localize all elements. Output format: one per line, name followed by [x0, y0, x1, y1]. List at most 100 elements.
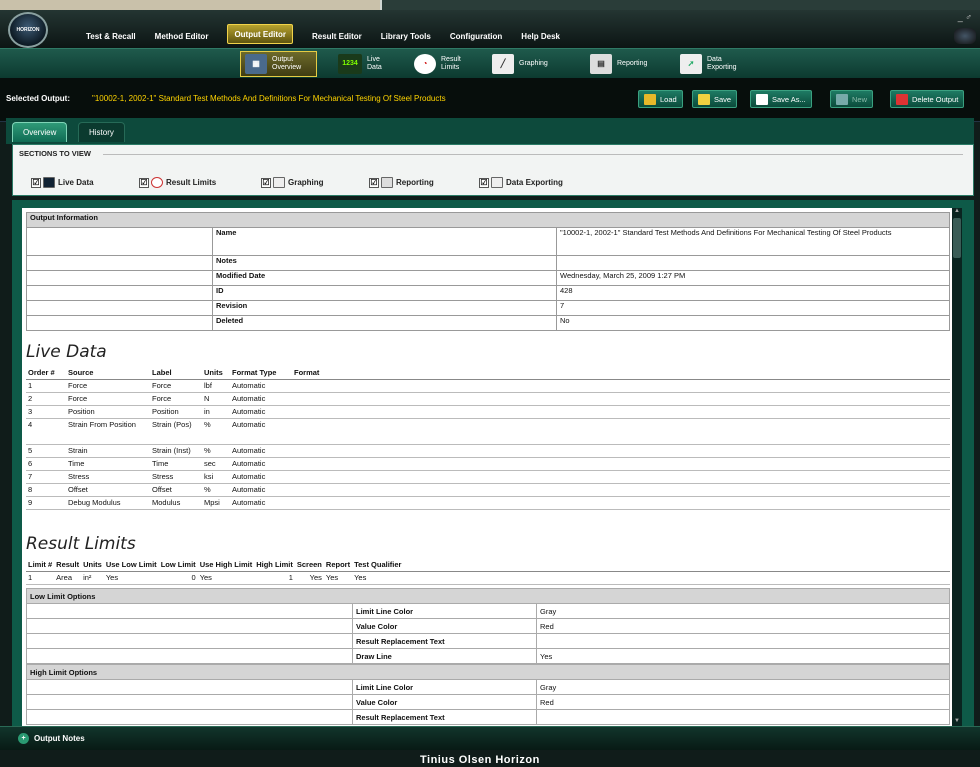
- footer: Tinius Olsen Horizon: [0, 750, 980, 767]
- section-toggle-live-data[interactable]: ☑ Live Data: [31, 177, 94, 188]
- save-button[interactable]: Save: [692, 90, 738, 108]
- limits-col-limit: Limit #: [26, 558, 55, 572]
- menu-output-editor[interactable]: Output Editor: [227, 24, 293, 44]
- cell: [292, 457, 950, 471]
- data-exporting-icon: ➚: [680, 54, 702, 74]
- sections-divider: [103, 154, 963, 155]
- result-limits-section-label: Result Limits: [166, 178, 217, 187]
- delete-output-button-label: Delete Output: [912, 94, 959, 104]
- info-key-name: Name: [212, 227, 557, 256]
- cell: Strain From Position: [66, 418, 150, 445]
- cell: Yes: [197, 571, 255, 585]
- low-limit-options-table: Low Limit Options Limit Line Color Gray V…: [26, 588, 950, 664]
- cell: [292, 444, 950, 458]
- live-col-format: Format: [292, 366, 950, 380]
- result-limits-icon: ◔: [414, 54, 436, 74]
- expand-icon: +: [18, 733, 29, 744]
- cell: Yes: [352, 571, 404, 585]
- ribbon-result-limits[interactable]: ◔ Result Limits: [414, 51, 471, 77]
- scroll-up-icon[interactable]: ▲: [953, 208, 961, 216]
- ribbon-data-exporting-label: Data Exporting: [707, 56, 737, 71]
- menu-method-editor[interactable]: Method Editor: [155, 32, 209, 46]
- cell: Stress: [150, 470, 202, 484]
- menu-configuration[interactable]: Configuration: [450, 32, 502, 46]
- low-key-line-color: Limit Line Color: [352, 603, 537, 619]
- logo-text: HORIZON: [16, 27, 40, 33]
- menu-test-recall[interactable]: Test & Recall: [86, 32, 136, 46]
- graphing-icon: ╱: [492, 54, 514, 74]
- cell: Automatic: [230, 444, 292, 458]
- data-exporting-checkbox[interactable]: ☑: [479, 177, 489, 188]
- ribbon-reporting[interactable]: ▤ Reporting: [590, 51, 647, 77]
- cell: Automatic: [230, 483, 292, 497]
- cell: 4: [26, 418, 66, 445]
- output-notes-toggle[interactable]: + Output Notes: [18, 733, 85, 744]
- limits-col-screen: Screen: [294, 558, 324, 572]
- cell: [292, 392, 950, 406]
- live-col-units: Units: [202, 366, 230, 380]
- delete-output-button[interactable]: Delete Output: [890, 90, 965, 108]
- limits-col-low: Low Limit: [158, 558, 198, 572]
- save-as-button[interactable]: Save As...: [750, 90, 812, 108]
- save-button-label: Save: [714, 94, 732, 104]
- info-key-notes: Notes: [212, 255, 557, 271]
- ribbon-data-exporting[interactable]: ➚ Data Exporting: [680, 51, 747, 77]
- menu-library-tools[interactable]: Library Tools: [381, 32, 431, 46]
- scroll-down-icon[interactable]: ▼: [953, 718, 961, 726]
- limits-col-use-low: Use Low Limit: [103, 558, 159, 572]
- cell: Area: [54, 571, 82, 585]
- output-notes-bar: + Output Notes: [0, 726, 980, 750]
- cell: Yes: [103, 571, 159, 585]
- reporting-checkbox[interactable]: ☑: [369, 177, 379, 188]
- cell: [292, 470, 950, 484]
- result-limits-checkbox[interactable]: ☑: [139, 177, 149, 188]
- low-key-replacement-text: Result Replacement Text: [352, 633, 537, 649]
- tab-history[interactable]: History: [78, 122, 125, 142]
- scroll-thumb[interactable]: [953, 218, 961, 258]
- cell: Mpsi: [202, 496, 230, 510]
- load-button[interactable]: Load: [638, 90, 683, 108]
- menu-bar: HORIZON Test & Recall Method Editor Outp…: [0, 10, 980, 48]
- table-row: 5 Strain Strain (Inst)% Automatic: [26, 444, 950, 458]
- main-menu: Test & Recall Method Editor Output Edito…: [86, 24, 579, 46]
- save-as-button-label: Save As...: [772, 94, 806, 104]
- section-toggle-result-limits[interactable]: ☑ Result Limits: [139, 177, 216, 188]
- live-col-order: Order #: [26, 366, 66, 380]
- tab-overview[interactable]: Overview: [12, 122, 68, 142]
- output-overview-icon: ▦: [245, 54, 267, 74]
- section-toggle-data-exporting[interactable]: ☑ Data Exporting: [479, 177, 563, 188]
- table-row: 1 Area in² Yes 0 Yes 1 Yes Yes Yes: [26, 571, 950, 585]
- selected-output-bar: Selected Output: "10002-1, 2002-1" Stand…: [0, 78, 980, 122]
- ribbon-live-data[interactable]: 1234 Live Data: [338, 51, 393, 77]
- window-controls[interactable]: _ ♂: [958, 12, 972, 22]
- horizon-logo[interactable]: HORIZON: [8, 12, 48, 48]
- high-value-value-color: Red: [536, 694, 950, 710]
- section-toggle-reporting[interactable]: ☑ Reporting: [369, 177, 434, 188]
- limits-col-test-qualifier: Test Qualifier: [352, 558, 404, 572]
- section-toggle-graphing[interactable]: ☑ Graphing: [261, 177, 324, 188]
- menu-help-desk[interactable]: Help Desk: [521, 32, 560, 46]
- table-cell: [26, 633, 353, 649]
- vertical-scrollbar[interactable]: ▲ ▼: [952, 208, 962, 726]
- cell: [292, 379, 950, 393]
- user-orb-icon[interactable]: [954, 28, 976, 44]
- high-key-replacement-text: Result Replacement Text: [352, 709, 537, 725]
- menu-result-editor[interactable]: Result Editor: [312, 32, 362, 46]
- graphing-checkbox[interactable]: ☑: [261, 177, 271, 188]
- info-key-revision: Revision: [212, 300, 557, 316]
- folder-icon: [644, 93, 656, 105]
- live-data-checkbox[interactable]: ☑: [31, 177, 41, 188]
- table-cell: [26, 270, 213, 286]
- cell: %: [202, 418, 230, 445]
- result-limits-heading: Result Limits: [26, 534, 136, 554]
- reporting-icon: ▤: [590, 54, 612, 74]
- ribbon-graphing[interactable]: ╱ Graphing: [492, 51, 548, 77]
- ribbon-output-overview[interactable]: ▦ Output Overview: [240, 51, 317, 77]
- cell: Offset: [150, 483, 202, 497]
- high-key-line-color: Limit Line Color: [352, 679, 537, 695]
- new-button[interactable]: New: [830, 90, 874, 108]
- limits-col-high: High Limit: [254, 558, 295, 572]
- table-cell: [26, 603, 353, 619]
- info-value-revision: 7: [556, 300, 950, 316]
- high-key-value-color: Value Color: [352, 694, 537, 710]
